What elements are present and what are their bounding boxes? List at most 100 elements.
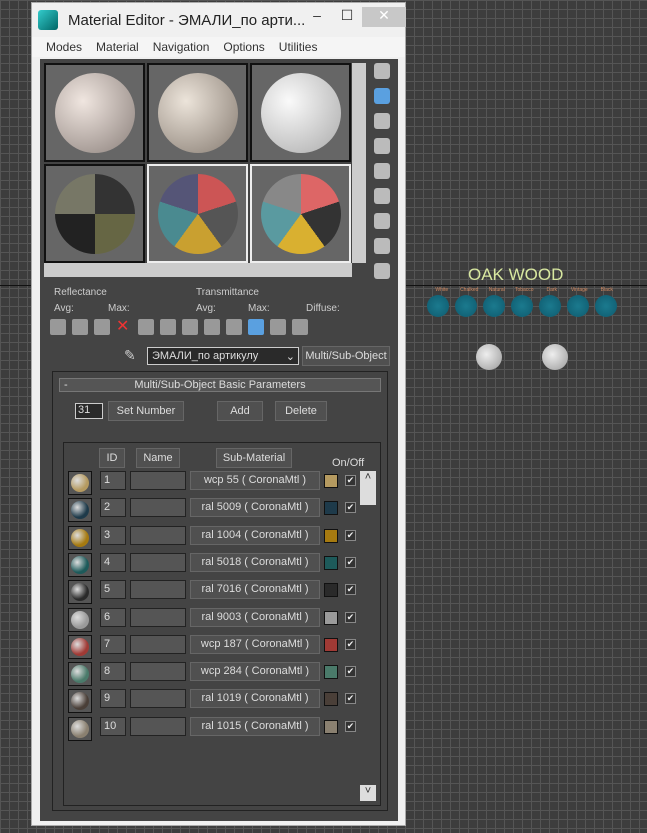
backlight-icon[interactable] [374,88,390,104]
on-off-checkbox[interactable]: ✔ [345,502,356,514]
options-icon[interactable] [374,213,390,229]
on-off-checkbox[interactable]: ✔ [345,611,356,623]
submaterial-button[interactable]: wcp 55 ( CoronaMtl ) [190,471,320,490]
video-color-check-icon[interactable] [374,163,390,179]
make-unique-icon[interactable] [138,319,154,335]
color-swatch[interactable] [324,555,338,570]
material-count-input[interactable]: 31 [75,403,103,419]
make-preview-icon[interactable] [374,188,390,204]
on-off-checkbox[interactable]: ✔ [345,475,356,486]
sample-type-icon[interactable] [374,63,390,79]
id-field[interactable]: 5 [100,580,126,600]
on-off-checkbox[interactable]: ✔ [345,666,356,678]
menu-options[interactable]: Options [223,40,264,54]
submaterial-button[interactable]: ral 5018 ( CoronaMtl ) [190,552,320,572]
name-field[interactable] [130,552,186,572]
show-end-result-icon[interactable] [226,319,242,335]
submaterial-button[interactable]: ral 1019 ( CoronaMtl ) [190,689,320,709]
color-swatch[interactable] [324,583,338,598]
material-preview[interactable] [68,525,92,550]
submaterial-button[interactable]: ral 1015 ( CoronaMtl ) [190,716,320,736]
sample-slot[interactable] [147,63,248,162]
go-forward-sibling-icon[interactable] [270,319,286,335]
color-swatch[interactable] [324,501,338,516]
on-off-checkbox[interactable]: ✔ [345,556,356,568]
name-field[interactable] [130,525,186,545]
material-id-channel-icon[interactable] [182,319,198,335]
on-off-checkbox[interactable]: ✔ [345,529,356,541]
sort-by-submaterial-button[interactable]: Sub-Material [216,448,292,468]
submaterial-button[interactable]: ral 7016 ( CoronaMtl ) [190,580,320,600]
assign-to-selection-icon[interactable] [94,319,110,335]
go-back-icon[interactable] [292,319,308,335]
close-button[interactable]: ✕ [362,7,406,27]
put-to-library-icon[interactable] [160,319,176,335]
color-swatch[interactable] [324,692,338,707]
sample-slot-active[interactable] [250,164,351,263]
id-field[interactable]: 8 [100,662,126,682]
sample-slot[interactable] [147,164,248,263]
id-field[interactable]: 1 [100,471,126,490]
show-shaded-icon[interactable] [204,319,220,335]
submaterial-button[interactable]: ral 1004 ( CoronaMtl ) [190,525,320,545]
material-preview[interactable] [68,634,92,659]
id-field[interactable]: 6 [100,607,126,627]
material-preview[interactable] [68,498,92,523]
name-field[interactable] [130,634,186,654]
color-swatch[interactable] [324,474,338,488]
material-type-button[interactable]: Multi/Sub-Object [302,346,390,366]
name-field[interactable] [130,580,186,600]
name-field[interactable] [130,607,186,627]
menu-modes[interactable]: Modes [46,40,82,54]
submaterial-button[interactable]: ral 5009 ( CoronaMtl ) [190,498,320,518]
id-field[interactable]: 10 [100,716,126,736]
scroll-up-icon[interactable]: ˄ [360,471,376,505]
name-field[interactable] [130,662,186,682]
name-field[interactable] [130,689,186,709]
color-swatch[interactable] [324,528,338,543]
material-name-dropdown[interactable]: ЭМАЛИ_по артикулу ⌄ [147,347,299,365]
material-preview[interactable] [68,607,92,632]
put-to-scene-icon[interactable] [72,319,88,335]
minimize-button[interactable]: – [302,7,332,27]
color-swatch[interactable] [324,665,338,680]
id-field[interactable]: 7 [100,634,126,654]
background-icon[interactable] [374,113,390,129]
delete-button[interactable]: Delete [275,401,327,421]
color-swatch[interactable] [324,719,338,734]
id-field[interactable]: 4 [100,552,126,572]
slots-horizontal-scrollbar[interactable] [44,263,352,277]
menu-navigation[interactable]: Navigation [153,40,210,54]
id-field[interactable]: 9 [100,689,126,709]
go-to-parent-icon[interactable] [248,319,264,335]
slots-vertical-scrollbar[interactable] [352,63,366,263]
maximize-button[interactable]: ☐ [332,7,362,27]
add-button[interactable]: Add [217,401,263,421]
color-swatch[interactable] [324,637,338,652]
get-material-icon[interactable] [50,319,66,335]
scroll-down-icon[interactable]: ˅ [360,785,376,801]
on-off-checkbox[interactable]: ✔ [345,693,356,705]
material-preview[interactable] [68,716,92,741]
on-off-checkbox[interactable]: ✔ [345,720,356,732]
name-field[interactable] [130,471,186,490]
menu-material[interactable]: Material [96,40,139,54]
sample-slot[interactable] [250,63,351,162]
list-scrollbar[interactable]: ˄ ˅ [360,471,376,801]
material-preview[interactable] [68,552,92,577]
material-preview[interactable] [68,471,92,495]
uv-tiling-icon[interactable] [374,138,390,154]
material-navigator-icon[interactable] [374,263,390,279]
sample-slot[interactable] [44,164,145,263]
id-field[interactable]: 2 [100,498,126,518]
sample-slot[interactable] [44,63,145,162]
on-off-checkbox[interactable]: ✔ [345,584,356,596]
sort-by-id-button[interactable]: ID [99,448,125,468]
id-field[interactable]: 3 [100,525,126,545]
menu-utilities[interactable]: Utilities [279,40,318,54]
reset-map-icon[interactable]: ✕ [116,319,132,335]
rollout-header[interactable]: - Multi/Sub-Object Basic Parameters [59,378,381,392]
eyedropper-icon[interactable]: ✎ [124,347,136,364]
submaterial-button[interactable]: wcp 284 ( CoronaMtl ) [190,662,320,682]
material-preview[interactable] [68,662,92,687]
